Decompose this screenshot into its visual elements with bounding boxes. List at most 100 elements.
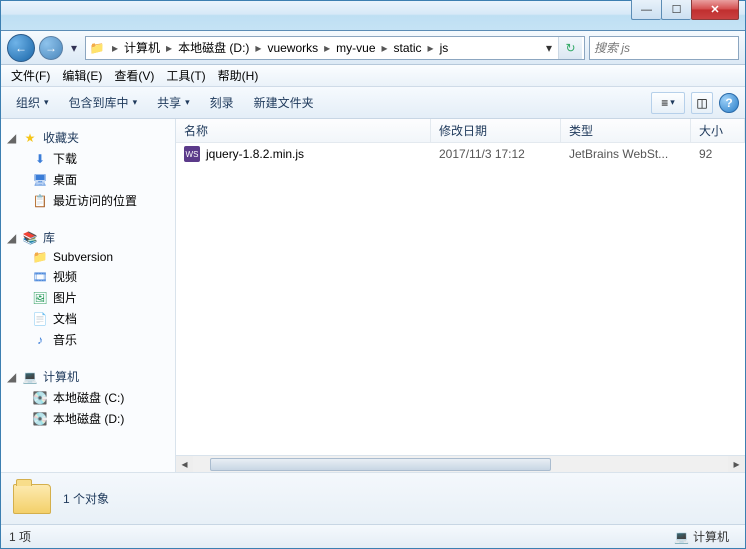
breadcrumb-item[interactable]: js: [436, 41, 453, 55]
folder-large-icon: [11, 478, 53, 520]
column-date[interactable]: 修改日期: [431, 119, 561, 142]
scroll-thumb[interactable]: [210, 458, 551, 471]
breadcrumb-sep: ▸: [380, 41, 390, 55]
status-item-count: 1 项: [9, 528, 31, 545]
sidebar-item-label: 视频: [53, 268, 77, 285]
help-button[interactable]: ?: [719, 93, 739, 113]
picture-icon: 🖼: [31, 291, 49, 305]
sidebar-label: 计算机: [43, 368, 79, 385]
sidebar-item-label: 下载: [53, 150, 77, 167]
sidebar-computer-header[interactable]: ◢ 💻 计算机: [1, 366, 175, 387]
menubar: 文件(F) 编辑(E) 查看(V) 工具(T) 帮助(H): [1, 65, 745, 87]
include-in-library-button[interactable]: 包含到库中▾: [60, 89, 147, 116]
sidebar-item-drive-d[interactable]: 💽本地磁盘 (D:): [1, 408, 175, 429]
menu-help[interactable]: 帮助(H): [212, 64, 265, 87]
sidebar-item-label: Subversion: [53, 250, 113, 264]
scroll-left-icon[interactable]: ◂: [176, 456, 193, 473]
breadcrumb-sep: ▸: [253, 41, 263, 55]
toolbar: 组织▾ 包含到库中▾ 共享▾ 刻录 新建文件夹 ≡▾ ◫ ?: [1, 87, 745, 119]
sidebar-item-recent[interactable]: 📋 最近访问的位置: [1, 190, 175, 211]
arrow-left-icon: ←: [15, 41, 27, 55]
sidebar-item-documents[interactable]: 📄文档: [1, 308, 175, 329]
file-name: jquery-1.8.2.min.js: [206, 147, 304, 161]
preview-pane-button[interactable]: ◫: [691, 92, 713, 114]
pane-icon: ◫: [696, 96, 707, 110]
refresh-button[interactable]: ↻: [558, 37, 582, 59]
horizontal-scrollbar[interactable]: ◂ ▸: [176, 455, 745, 472]
file-list[interactable]: WS jquery-1.8.2.min.js 2017/11/3 17:12 Je…: [176, 143, 745, 455]
details-pane: 1 个对象: [1, 472, 745, 524]
breadcrumb-item[interactable]: 计算机: [120, 39, 164, 56]
menu-file[interactable]: 文件(F): [5, 64, 56, 87]
drive-icon: 💽: [31, 391, 49, 405]
file-date: 2017/11/3 17:12: [431, 147, 561, 161]
list-icon: ≡: [661, 96, 668, 110]
breadcrumb-item[interactable]: my-vue: [332, 41, 379, 55]
chevron-down-icon: ▾: [133, 97, 138, 108]
sidebar-item-drive-c[interactable]: 💽 本地磁盘 (C:): [1, 387, 175, 408]
minimize-button[interactable]: —: [631, 0, 661, 20]
column-size[interactable]: 大小: [691, 119, 745, 142]
recent-icon: 📋: [31, 194, 49, 208]
share-button[interactable]: 共享▾: [148, 89, 199, 116]
js-file-icon: WS: [184, 146, 200, 162]
sidebar-item-videos[interactable]: 🎞 视频: [1, 266, 175, 287]
file-size: 92: [691, 147, 745, 161]
sidebar-item-label: 音乐: [53, 331, 77, 348]
navigation-sidebar: ◢ ★ 收藏夹 ⬇下载 🖥桌面 📋 最近访问的位置 ◢ 📚 库 📁Subversi…: [1, 119, 176, 472]
chevron-down-icon: ▾: [185, 97, 190, 108]
breadcrumb-item[interactable]: 本地磁盘 (D:): [174, 39, 253, 56]
new-folder-button[interactable]: 新建文件夹: [245, 89, 323, 116]
organize-button[interactable]: 组织▾: [7, 89, 58, 116]
nav-history-dropdown[interactable]: ▾: [67, 40, 81, 56]
menu-view[interactable]: 查看(V): [108, 64, 160, 87]
menu-edit[interactable]: 编辑(E): [56, 64, 108, 87]
burn-button[interactable]: 刻录: [201, 89, 243, 116]
search-box[interactable]: 🔍: [589, 36, 739, 60]
expand-icon: ◢: [7, 131, 17, 145]
breadcrumb-item[interactable]: static: [390, 41, 426, 55]
file-type: JetBrains WebSt...: [561, 147, 691, 161]
sidebar-favorites-header[interactable]: ◢ ★ 收藏夹: [1, 127, 175, 148]
details-count: 1 个对象: [63, 490, 109, 507]
search-input[interactable]: [594, 41, 746, 55]
sidebar-item-music[interactable]: ♪音乐: [1, 329, 175, 350]
scroll-right-icon[interactable]: ▸: [728, 456, 745, 473]
help-icon: ?: [725, 96, 732, 110]
forward-button[interactable]: →: [39, 36, 63, 60]
video-icon: 🎞: [31, 270, 49, 284]
status-bar: 1 项 💻 计算机: [1, 524, 745, 548]
sidebar-item-pictures[interactable]: 🖼图片: [1, 287, 175, 308]
sidebar-item-downloads[interactable]: ⬇下载: [1, 148, 175, 169]
breadcrumb-item[interactable]: vueworks: [263, 41, 322, 55]
address-row: ← → ▾ 📁 ▸ 计算机 ▸ 本地磁盘 (D:) ▸ vueworks ▸ m…: [1, 31, 745, 65]
column-name[interactable]: 名称: [176, 119, 431, 142]
library-icon: 📚: [21, 231, 39, 245]
column-headers: 名称 修改日期 类型 大小: [176, 119, 745, 143]
computer-icon: 💻: [674, 530, 689, 544]
menu-tools[interactable]: 工具(T): [160, 64, 211, 87]
sidebar-item-label: 最近访问的位置: [53, 192, 137, 209]
sidebar-item-label: 本地磁盘 (C:): [53, 389, 124, 406]
address-dropdown[interactable]: ▾: [540, 41, 558, 55]
back-button[interactable]: ←: [7, 34, 35, 62]
view-options-button[interactable]: ≡▾: [651, 92, 685, 114]
sidebar-label: 收藏夹: [43, 129, 79, 146]
star-icon: ★: [21, 131, 39, 145]
sidebar-item-desktop[interactable]: 🖥桌面: [1, 169, 175, 190]
address-bar[interactable]: 📁 ▸ 计算机 ▸ 本地磁盘 (D:) ▸ vueworks ▸ my-vue …: [85, 36, 585, 60]
desktop-icon: 🖥: [31, 173, 49, 187]
chevron-down-icon: ▾: [670, 97, 675, 108]
expand-icon: ◢: [7, 231, 17, 245]
sidebar-item-subversion[interactable]: 📁Subversion: [1, 248, 175, 266]
close-button[interactable]: ✕: [691, 0, 739, 20]
sidebar-libraries-header[interactable]: ◢ 📚 库: [1, 227, 175, 248]
file-row[interactable]: WS jquery-1.8.2.min.js 2017/11/3 17:12 Je…: [176, 143, 745, 165]
file-area: 名称 修改日期 类型 大小 WS jquery-1.8.2.min.js 2017…: [176, 119, 745, 472]
status-computer-label: 计算机: [693, 528, 729, 545]
sidebar-item-label: 文档: [53, 310, 77, 327]
column-type[interactable]: 类型: [561, 119, 691, 142]
sidebar-item-label: 本地磁盘 (D:): [53, 410, 124, 427]
maximize-button[interactable]: ☐: [661, 0, 691, 20]
expand-icon: ◢: [7, 370, 17, 384]
